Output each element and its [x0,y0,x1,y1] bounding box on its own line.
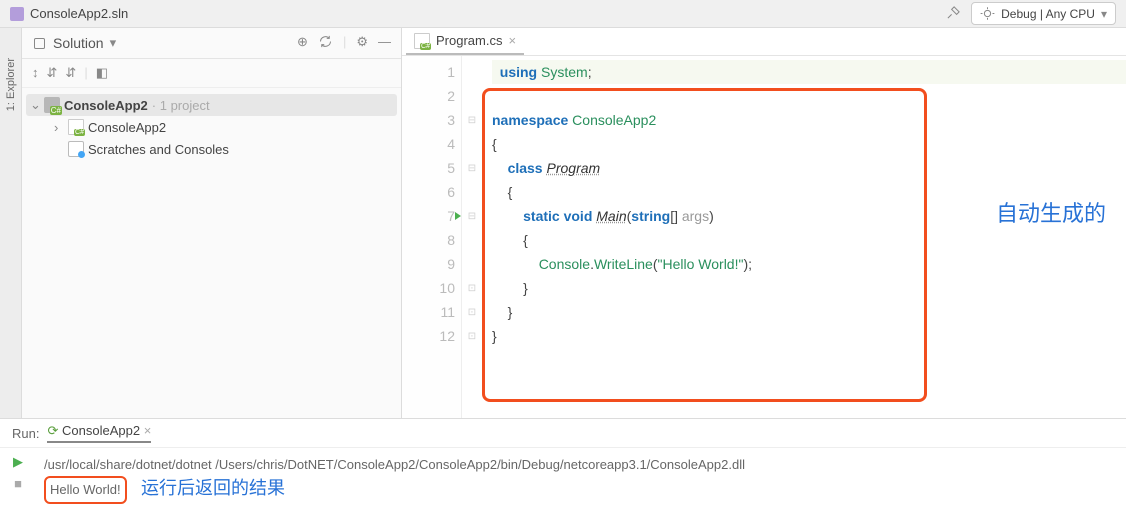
chevron-down-icon[interactable] [30,97,40,113]
gear-icon[interactable]: ⚙ [356,34,368,52]
line-num: 6 [402,180,455,204]
solution-icon [32,36,47,51]
line-num: 3 [402,108,455,132]
tree-root-name: ConsoleApp2 [64,98,148,113]
fold-column: ⊟⊟⊟⊡⊡⊡ [462,56,482,418]
line-num: 4 [402,132,455,156]
play-icon[interactable]: ▶ [13,454,23,470]
csharp-file-icon [414,33,430,49]
run-command-line: /usr/local/share/dotnet/dotnet /Users/ch… [44,454,1118,476]
divider: | [84,65,87,81]
annotation-autogen-label: 自动生成的 [996,196,1106,228]
code-editor: Program.cs × 1 2 3 4 5 6 7 8 9 10 11 12 … [402,28,1126,418]
run-config-tab[interactable]: ⟳ ConsoleApp2 × [47,423,151,443]
line-num: 10 [402,276,455,300]
tree-project[interactable]: ConsoleApp2 [26,116,397,138]
line-gutter: 1 2 3 4 5 6 7 8 9 10 11 12 [402,56,462,418]
run-tab-label: ConsoleApp2 [62,423,140,438]
run-panel-title: Run: [12,426,39,441]
expand-all-icon[interactable]: ↕ [32,65,39,81]
solution-sidebar: Solution ▾ ⊕ | ⚙ — ↕ ⇵ ⇵ | ◧ ConsoleApp2… [22,28,402,418]
line-num: 1 [402,60,455,84]
stop-icon[interactable]: ■ [14,476,22,491]
sync-icon[interactable] [318,34,333,52]
solution-breadcrumb[interactable]: ConsoleApp2.sln [10,6,128,21]
chevron-down-icon: ▾ [1101,7,1107,21]
file-tab-label: Program.cs [436,33,502,48]
divider: | [343,34,346,52]
explorer-vertical-tab[interactable]: 1: Explorer [0,28,22,418]
run-panel: Run: ⟳ ConsoleApp2 × ▶ ■ /usr/local/shar… [0,418,1126,510]
filter-icon[interactable]: ⇵ [65,65,76,81]
tree-root-suffix: · 1 project [152,98,210,113]
line-num: 2 [402,84,455,108]
annotation-result-label: 运行后返回的结果 [141,478,285,498]
hammer-icon[interactable] [946,5,961,23]
line-num: 5 [402,156,455,180]
sln-file-name: ConsoleApp2.sln [30,6,128,21]
sort-icon[interactable]: ⇵ [47,65,58,81]
csharp-project-icon [68,119,84,135]
sln-icon [10,7,24,21]
tree-scratches-label: Scratches and Consoles [88,142,229,157]
tree-scratches[interactable]: Scratches and Consoles [26,138,397,160]
collapse-icon[interactable]: — [378,34,391,52]
run-output[interactable]: /usr/local/share/dotnet/dotnet /Users/ch… [36,448,1126,510]
explorer-tab-label: 1: Explorer [5,58,17,111]
tree-root[interactable]: ConsoleApp2 · 1 project [26,94,397,116]
line-num: 7 [402,204,455,228]
annotation-autogen-box [482,88,927,402]
chevron-down-icon[interactable]: ▾ [110,35,117,51]
view-icon[interactable]: ◧ [96,65,108,81]
close-tab-icon[interactable]: × [508,33,516,48]
solution-project-icon [44,97,60,113]
bug-icon [980,6,995,21]
tree-project-name: ConsoleApp2 [88,120,166,135]
file-tab-program[interactable]: Program.cs × [406,28,524,55]
solution-tree: ConsoleApp2 · 1 project ConsoleApp2 Scra… [22,88,401,166]
scratches-icon [68,141,84,157]
sidebar-title: Solution [53,35,104,51]
line-num: 11 [402,300,455,324]
chevron-right-icon[interactable] [54,120,64,135]
run-config-selector[interactable]: Debug | Any CPU ▾ [971,2,1116,25]
line-num: 12 [402,324,455,348]
run-config-label: Debug | Any CPU [1001,7,1095,21]
target-icon[interactable]: ⊕ [297,34,308,52]
line-num: 9 [402,252,455,276]
line-num: 8 [402,228,455,252]
run-output-text: Hello World! [50,482,121,497]
